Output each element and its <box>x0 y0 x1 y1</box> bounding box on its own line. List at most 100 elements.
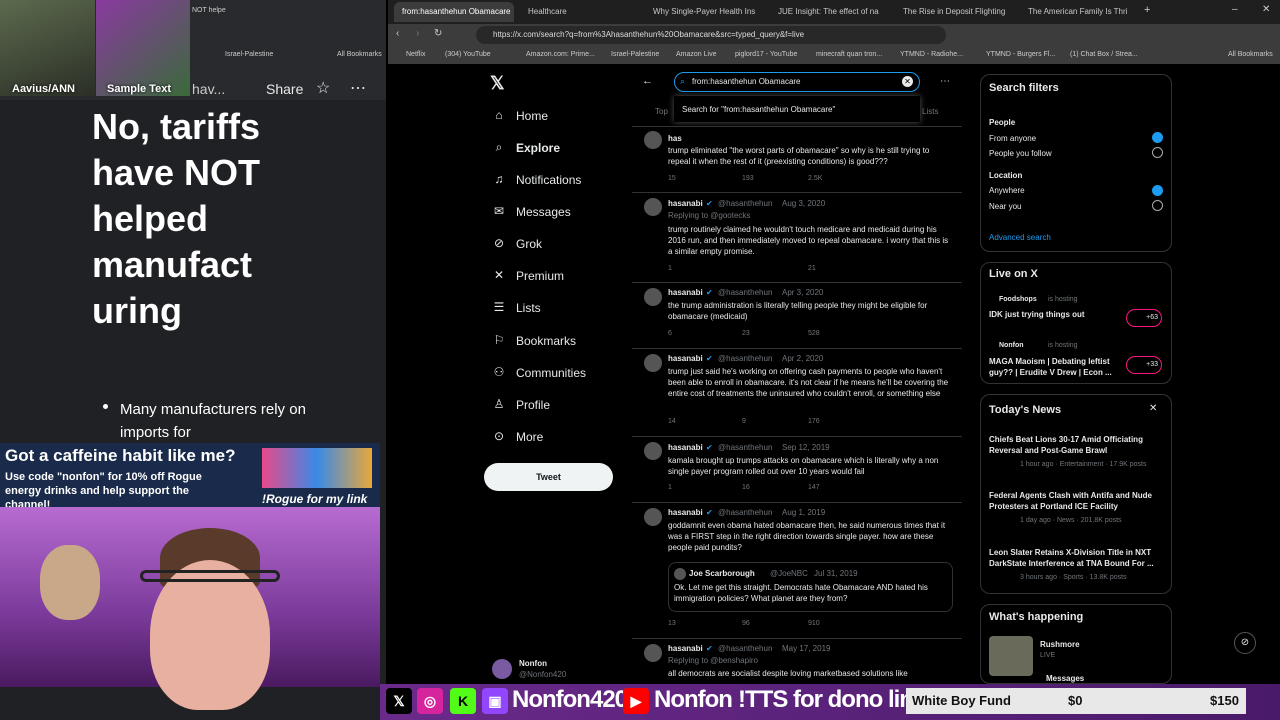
tweet-handle[interactable]: @hasanthehun <box>718 354 772 363</box>
happening-item[interactable]: Rushmore <box>1040 640 1080 649</box>
grok-float-icon[interactable]: ⊘ <box>1234 632 1256 654</box>
like-count[interactable]: 21 <box>808 265 816 272</box>
bookmark-5[interactable]: piglord17 - YouTube <box>735 51 797 58</box>
lists-icon[interactable]: ☰ <box>492 300 506 314</box>
forward-icon[interactable]: › <box>416 28 419 39</box>
tab-top[interactable]: Top <box>655 107 668 116</box>
bookmark-0[interactable]: Netflix <box>406 51 425 58</box>
search-suggestion[interactable]: Search for "from:hasanthehun Obamacare" <box>682 105 835 114</box>
tab-2[interactable]: Why Single-Payer Health Ins <box>645 2 763 22</box>
tweet-author[interactable]: hasanabi <box>668 508 703 517</box>
share-button[interactable]: Share <box>266 81 303 97</box>
left-tab-title[interactable]: NOT helpe <box>192 7 226 14</box>
new-tab-icon[interactable]: + <box>1144 4 1150 16</box>
profile-icon[interactable]: ♙ <box>492 397 506 411</box>
account-handle[interactable]: @Nonfon420 <box>519 670 566 679</box>
happening-thumbnail[interactable] <box>989 636 1033 676</box>
nav-premium[interactable]: Premium <box>516 269 564 283</box>
tweet-avatar[interactable] <box>644 198 662 216</box>
retweet-count[interactable]: 23 <box>742 330 750 337</box>
news-headline[interactable]: Chiefs Beat Lions 30-17 Amid Officiating… <box>989 434 1159 456</box>
tweet-date[interactable]: Apr 2, 2020 <box>782 354 823 363</box>
reply-count[interactable]: 6 <box>668 330 672 337</box>
news-headline[interactable]: Federal Agents Clash with Antifa and Nud… <box>989 490 1159 512</box>
filter-anywhere[interactable]: Anywhere <box>989 186 1025 195</box>
clear-search-icon[interactable]: ✕ <box>902 76 913 87</box>
tweet-avatar[interactable] <box>644 442 662 460</box>
tweet-button[interactable]: Tweet <box>484 463 613 491</box>
close-window-icon[interactable]: ✕ <box>1262 4 1270 15</box>
nav-notifications[interactable]: Notifications <box>516 173 581 187</box>
tweet-handle[interactable]: @hasanthehun <box>718 443 772 452</box>
live-host[interactable]: Foodshops <box>999 296 1037 303</box>
account-name[interactable]: Nonfon <box>519 659 547 668</box>
tweet-date[interactable]: Aug 3, 2020 <box>782 199 825 208</box>
search-query[interactable]: from:hasanthehun Obamacare <box>692 77 801 86</box>
like-count[interactable]: 176 <box>808 418 820 425</box>
mail-icon[interactable]: ✉ <box>492 204 506 218</box>
tweet-avatar[interactable] <box>644 644 662 662</box>
quote-date[interactable]: Jul 31, 2019 <box>814 569 858 578</box>
advanced-search-link[interactable]: Advanced search <box>989 233 1051 242</box>
back-icon[interactable]: ‹ <box>396 28 399 39</box>
reply-count[interactable]: 14 <box>668 418 676 425</box>
communities-icon[interactable]: ⚇ <box>492 365 506 379</box>
bookmark-9[interactable]: (1) Chat Box / Strea... <box>1070 51 1138 58</box>
search-more-icon[interactable]: ⋯ <box>940 76 950 87</box>
filter-people-you-follow[interactable]: People you follow <box>989 149 1052 158</box>
close-news-icon[interactable]: ✕ <box>1149 403 1157 414</box>
back-arrow-icon[interactable]: ← <box>642 75 653 87</box>
like-count[interactable]: 2.5K <box>808 175 822 182</box>
tweet-reply-to[interactable]: Replying to @benshapiro <box>668 656 758 665</box>
bookmark-7[interactable]: YTMND - Radiohe... <box>900 51 963 58</box>
tweet-date[interactable]: May 17, 2019 <box>782 644 830 653</box>
tab-1[interactable]: Healthcare <box>520 2 638 22</box>
tweet-author[interactable]: hasanabi <box>668 199 703 208</box>
live-space-title[interactable]: IDK just trying things out <box>989 310 1085 319</box>
reply-count[interactable]: 1 <box>668 265 672 272</box>
nav-messages[interactable]: Messages <box>516 205 571 219</box>
bell-icon[interactable]: ♫ <box>492 172 506 186</box>
account-avatar[interactable] <box>492 659 512 679</box>
minimize-icon[interactable]: – <box>1232 4 1238 15</box>
tab-0[interactable]: from:hasanthehun Obamacare <box>394 2 514 22</box>
tweet-handle[interactable]: @hasanthehun <box>718 199 772 208</box>
bookmark-3[interactable]: Israel-Palestine <box>611 51 659 58</box>
bookmark-2[interactable]: Amazon.com: Prime... <box>526 51 595 58</box>
tweet-reply-to[interactable]: Replying to @gootecks <box>668 211 750 220</box>
left-bookmark-1[interactable]: All Bookmarks <box>337 51 382 58</box>
tweet-date[interactable]: Apr 3, 2020 <box>782 288 823 297</box>
tweet-author[interactable]: has <box>668 134 682 143</box>
bookmark-icon[interactable]: ⚐ <box>492 333 506 347</box>
tweet-date[interactable]: Aug 1, 2019 <box>782 508 825 517</box>
url-text[interactable]: https://x.com/search?q=from%3Ahasanthehu… <box>493 30 804 39</box>
reply-count[interactable]: 1 <box>668 484 672 491</box>
live-host[interactable]: Nonfon <box>999 342 1024 349</box>
bookmark-6[interactable]: minecraft quan tron... <box>816 51 882 58</box>
filter-from-anyone[interactable]: From anyone <box>989 134 1036 143</box>
more-circle-icon[interactable]: ⊙ <box>492 429 506 443</box>
more-options-icon[interactable]: ⋯ <box>350 78 366 98</box>
tweet-avatar[interactable] <box>644 131 662 149</box>
home-icon[interactable]: ⌂ <box>492 108 506 122</box>
nav-home[interactable]: Home <box>516 109 548 123</box>
premium-x-icon[interactable]: ✕ <box>492 268 506 282</box>
tweet-author[interactable]: hasanabi <box>668 443 703 452</box>
nav-more[interactable]: More <box>516 430 543 444</box>
like-count[interactable]: 147 <box>808 484 820 491</box>
tweet-handle[interactable]: @hasanthehun <box>718 288 772 297</box>
retweet-count[interactable]: 16 <box>742 484 750 491</box>
x-logo-icon[interactable]: 𝕏 <box>490 73 505 94</box>
bookmark-4[interactable]: Amazon Live <box>676 51 716 58</box>
like-count[interactable]: 910 <box>808 620 820 627</box>
tab-4[interactable]: The Rise in Deposit Flighting <box>895 2 1013 22</box>
tweet-avatar[interactable] <box>644 354 662 372</box>
tweet-avatar[interactable] <box>644 508 662 526</box>
nav-explore[interactable]: Explore <box>516 141 560 155</box>
tweet-author[interactable]: hasanabi <box>668 644 703 653</box>
grok-icon[interactable]: ⊘ <box>492 236 506 250</box>
live-listener-count[interactable]: +63 <box>1126 309 1162 327</box>
radio-near-you[interactable] <box>1152 200 1163 211</box>
filter-near-you[interactable]: Near you <box>989 202 1021 211</box>
quote-author[interactable]: Joe Scarborough <box>689 569 755 578</box>
